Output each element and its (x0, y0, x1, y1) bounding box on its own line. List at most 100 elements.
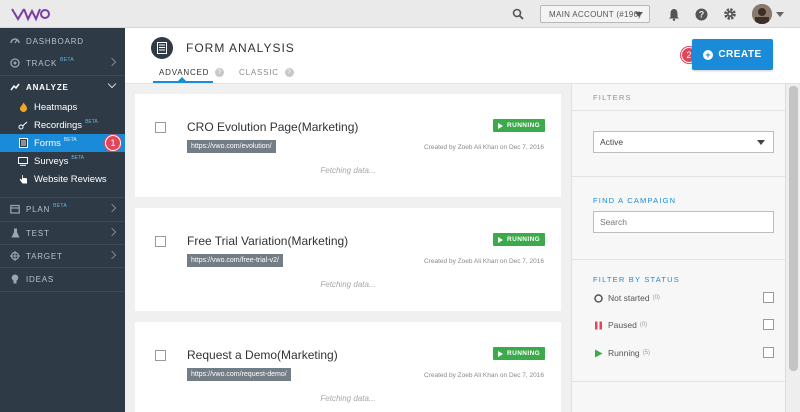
gear-icon[interactable] (722, 6, 738, 22)
campaign-url: https://vwo.com/free-trial-v2/ (187, 254, 283, 267)
sidebar-item-dashboard[interactable]: DASHBOARD (0, 30, 125, 52)
status-checkbox[interactable] (763, 319, 774, 330)
sidebar: DASHBOARD TRACK BETA ANALYZE Heatmaps Re… (0, 28, 125, 412)
status-checkbox[interactable] (763, 292, 774, 303)
divider (572, 259, 786, 260)
chevron-right-icon (107, 203, 117, 213)
bell-icon[interactable] (666, 6, 682, 22)
campaign-url: https://vwo.com/evolution/ (187, 140, 276, 153)
form-icon (18, 138, 28, 148)
crosshair-icon (10, 251, 20, 261)
campaign-checkbox[interactable] (155, 122, 166, 133)
active-tab-indicator (153, 81, 213, 83)
campaign-list: CRO Evolution Page(Marketing) https://vw… (125, 84, 571, 412)
play-icon (593, 348, 603, 358)
svg-text:?: ? (698, 9, 704, 19)
hand-icon (18, 174, 28, 184)
status-filter-not-started[interactable]: Not started (0) (593, 291, 774, 305)
top-bar: MAIN ACCOUNT (#196) ? (0, 0, 800, 28)
play-icon (498, 350, 503, 357)
chevron-down-icon (635, 12, 643, 17)
pause-icon (593, 320, 603, 330)
sidebar-sub-recordings[interactable]: Recordings BETA (0, 116, 125, 134)
campaign-card[interactable]: CRO Evolution Page(Marketing) https://vw… (135, 94, 561, 197)
sidebar-item-track[interactable]: TRACK BETA (0, 52, 125, 74)
status-badge: RUNNING (493, 119, 546, 132)
created-by-text: Created by Zoeb Ali Khan on Dec 7, 2016 (424, 372, 544, 379)
circle-icon (593, 293, 603, 303)
help-icon[interactable]: ? (284, 68, 294, 77)
page-title: FORM ANALYSIS (186, 41, 295, 55)
chart-icon (10, 82, 20, 92)
campaign-title[interactable]: CRO Evolution Page(Marketing) (187, 120, 358, 134)
loading-text: Fetching data... (320, 280, 376, 289)
divider (572, 381, 786, 382)
filter-status-title: FILTER BY STATUS (593, 275, 680, 284)
page-header: FORM ANALYSIS ADVANCED ? CLASSIC ? 2 + C… (125, 28, 800, 84)
search-icon[interactable] (510, 6, 526, 22)
recording-icon (18, 120, 28, 130)
account-label: MAIN ACCOUNT (#196) (549, 9, 642, 19)
campaign-title[interactable]: Free Trial Variation(Marketing) (187, 234, 348, 248)
divider (572, 176, 786, 177)
status-filter-running[interactable]: Running (5) (593, 346, 774, 360)
campaign-card[interactable]: Free Trial Variation(Marketing) https://… (135, 208, 561, 311)
loading-text: Fetching data... (320, 166, 376, 175)
chevron-right-icon (107, 250, 117, 260)
tab-advanced[interactable]: ADVANCED ? (159, 68, 225, 77)
campaign-checkbox[interactable] (155, 350, 166, 361)
search-input[interactable] (593, 211, 774, 233)
flame-icon (18, 102, 28, 112)
filters-title: FILTERS (593, 93, 632, 102)
chevron-right-icon (107, 57, 117, 67)
scrollbar[interactable] (785, 84, 800, 412)
avatar[interactable] (752, 4, 772, 24)
chevron-down-icon (757, 140, 765, 145)
play-icon (498, 236, 503, 243)
flask-icon (10, 228, 20, 238)
step-marker-1: 1 (105, 135, 121, 151)
lightbulb-icon (10, 274, 20, 284)
sidebar-item-target[interactable]: TARGET (0, 245, 125, 267)
tab-classic[interactable]: CLASSIC ? (239, 68, 294, 77)
form-analysis-icon (151, 37, 173, 59)
campaign-url: https://vwo.com/request-demo/ (187, 368, 291, 381)
divider (572, 110, 786, 111)
state-dropdown[interactable]: Active (593, 131, 774, 153)
sidebar-item-test[interactable]: TEST (0, 222, 125, 244)
sidebar-sub-heatmaps[interactable]: Heatmaps (0, 98, 125, 116)
chevron-down-icon[interactable] (776, 12, 784, 17)
vwo-logo[interactable] (10, 5, 50, 23)
chevron-down-icon (107, 79, 117, 89)
status-checkbox[interactable] (763, 347, 774, 358)
play-icon (498, 122, 503, 129)
campaign-card[interactable]: Request a Demo(Marketing) https://vwo.co… (135, 322, 561, 412)
plus-circle-icon: + (703, 49, 714, 60)
find-campaign-title: FIND A CAMPAIGN (593, 196, 677, 205)
sidebar-item-plan[interactable]: PLAN BETA (0, 198, 125, 220)
status-filter-paused[interactable]: Paused (0) (593, 318, 774, 332)
created-by-text: Created by Zoeb Ali Khan on Dec 7, 2016 (424, 144, 544, 151)
create-button[interactable]: + CREATE (692, 39, 773, 70)
filters-panel: FILTERS Active FIND A CAMPAIGN FILTER BY… (571, 84, 786, 412)
status-badge: RUNNING (493, 347, 546, 360)
divider (0, 291, 125, 292)
sidebar-sub-website-reviews[interactable]: Website Reviews (0, 170, 125, 188)
sidebar-item-ideas[interactable]: IDEAS (0, 268, 125, 290)
target-icon (10, 58, 20, 68)
account-selector[interactable]: MAIN ACCOUNT (#196) (540, 5, 650, 23)
loading-text: Fetching data... (320, 394, 376, 403)
scrollbar-thumb[interactable] (789, 86, 798, 371)
campaign-title[interactable]: Request a Demo(Marketing) (187, 348, 338, 362)
sidebar-item-analyze[interactable]: ANALYZE (0, 76, 125, 98)
survey-icon (18, 156, 28, 166)
plan-icon (10, 204, 20, 214)
chevron-right-icon (107, 227, 117, 237)
campaign-checkbox[interactable] (155, 236, 166, 247)
active-tab-notch (178, 77, 186, 81)
sidebar-sub-surveys[interactable]: Surveys BETA (0, 152, 125, 170)
help-icon[interactable]: ? (215, 68, 225, 77)
dashboard-icon (10, 36, 20, 46)
help-icon[interactable]: ? (693, 6, 709, 22)
created-by-text: Created by Zoeb Ali Khan on Dec 7, 2016 (424, 258, 544, 265)
